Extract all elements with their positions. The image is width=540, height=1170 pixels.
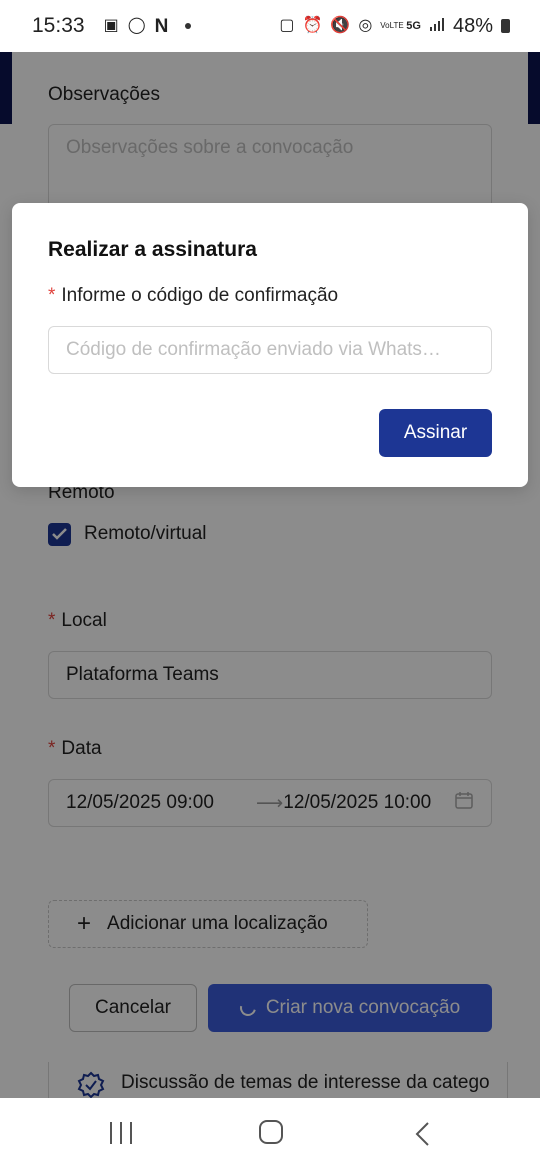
netflix-icon: N [154, 15, 169, 37]
modal-overlay[interactable] [0, 40, 540, 1098]
more-notifications-icon [185, 23, 192, 29]
alarm-icon: ⏰ [302, 17, 323, 34]
battery-percent: 48% [452, 14, 493, 37]
system-nav-bar [0, 1098, 540, 1170]
signal-icon [429, 16, 445, 36]
hotspot-icon: ◎ [358, 17, 373, 34]
confirmation-code-input[interactable] [48, 326, 492, 374]
battery-icon [501, 19, 510, 33]
status-time: 15:33 [32, 14, 85, 37]
code-label: * Informe o código de confirmação [48, 285, 339, 306]
recent-apps-icon[interactable] [108, 1122, 134, 1144]
back-icon[interactable] [414, 1122, 430, 1146]
sync-icon: ▢ [279, 17, 295, 34]
gallery-icon: ▣ [103, 17, 119, 34]
volte-icon: VoLTE [380, 21, 404, 30]
signature-modal: Realizar a assinatura * Informe o código … [12, 203, 528, 487]
required-asterisk: * [48, 285, 56, 306]
status-bar: 15:33 ▣ ◯ N ▢ ⏰ 🔇 ◎ VoLTE 5G 48% [0, 0, 540, 52]
network-5g-icon: 5G [406, 19, 421, 32]
sign-button[interactable]: Assinar [379, 409, 492, 457]
modal-title: Realizar a assinatura [48, 238, 257, 261]
mute-icon: 🔇 [330, 17, 351, 34]
whatsapp-icon: ◯ [127, 17, 146, 34]
home-icon[interactable] [259, 1120, 283, 1144]
